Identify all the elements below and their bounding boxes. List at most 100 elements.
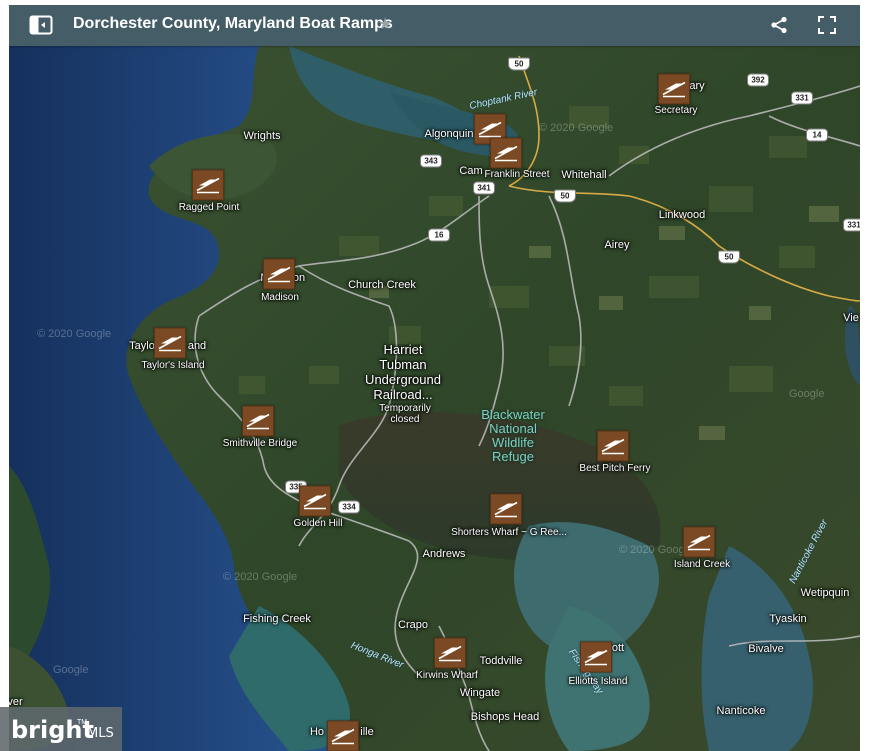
- route-shield: 50: [718, 250, 740, 264]
- refuge-label: Wildlife: [492, 435, 534, 450]
- boat-ramp-icon: [490, 493, 522, 525]
- boat-ramp-icon: [263, 258, 295, 290]
- route-shield: 392: [747, 73, 769, 87]
- landmark-status: closed: [390, 414, 420, 425]
- route-shield: 334: [338, 500, 360, 514]
- boat-ramp-icon: [658, 73, 690, 105]
- map-title: Dorchester County, Maryland Boat Ramps: [73, 15, 393, 32]
- bright-logo-trademark: TM: [77, 719, 88, 726]
- google-watermark: © 2020 Google: [223, 571, 298, 583]
- refuge-label: National: [489, 421, 537, 436]
- google-watermark: Google: [789, 388, 825, 400]
- marker-label: Franklin Street: [484, 169, 550, 180]
- google-watermark: Google: [53, 664, 89, 676]
- google-watermark: © 2020 Google: [37, 328, 112, 340]
- boat-ramp-icon: [683, 526, 715, 558]
- place-label: Whitehall: [561, 169, 607, 181]
- refuge-label: Blackwater: [481, 407, 545, 422]
- marker-label: Elliotts Island: [568, 676, 628, 687]
- place-label: Nanticoke: [716, 705, 766, 717]
- place-label: Tyaskin: [769, 613, 807, 625]
- place-label: ott: [611, 642, 625, 654]
- place-label: ary: [689, 80, 705, 92]
- place-label: Algonquin: [424, 128, 474, 140]
- boat-ramp-marker-shorters-wharf[interactable]: [490, 493, 522, 525]
- place-label: Crapo: [398, 619, 428, 631]
- boat-ramp-marker-franklin-street[interactable]: [490, 137, 522, 169]
- marker-label: Ragged Point: [178, 202, 240, 213]
- place-label: Toddville: [479, 655, 523, 667]
- place-label: Ho: [309, 726, 325, 738]
- route-shield: 16: [428, 228, 450, 242]
- boat-ramp-marker-hoopersville[interactable]: [327, 720, 359, 751]
- place-label: Wingate: [459, 687, 501, 699]
- marker-label: Shorters Wharf ~ G Ree...: [451, 527, 567, 538]
- place-label: Wetipquin: [800, 587, 850, 599]
- boat-ramp-icon: [490, 137, 522, 169]
- boat-ramp-marker-taylors-island[interactable]: [154, 327, 186, 359]
- marker-label: Smithville Bridge: [222, 438, 298, 449]
- route-shield: 341: [473, 181, 495, 195]
- bright-mls-logo: bright TM MLS: [0, 707, 122, 751]
- map-window: Dorchester County, Maryland Boat Ramps ★: [9, 5, 860, 751]
- route-shield: 50: [508, 57, 530, 71]
- place-label: Bishops Head: [470, 711, 540, 723]
- place-label: Taylo: [129, 340, 155, 352]
- google-watermark: © 2020 Google: [539, 122, 614, 134]
- marker-label: Taylor's Island: [141, 360, 205, 371]
- boat-ramp-icon: [154, 327, 186, 359]
- boat-ramp-marker-madison[interactable]: [263, 258, 295, 290]
- favorite-star-icon[interactable]: ★: [378, 14, 392, 34]
- boat-ramp-icon: [192, 169, 224, 201]
- landmark-label: Harriet: [383, 342, 423, 357]
- page-frame: Dorchester County, Maryland Boat Ramps ★: [0, 0, 869, 751]
- route-shield: 50: [554, 189, 576, 203]
- route-shield: 343: [420, 154, 442, 168]
- place-label: Bivalve: [748, 643, 784, 655]
- boat-ramp-marker-smithville-bridge[interactable]: [242, 405, 274, 437]
- marker-label: Island Creek: [673, 559, 731, 570]
- place-label: Church Creek: [348, 279, 416, 291]
- marker-label: Kirwins Wharf: [416, 670, 478, 681]
- boat-ramp-marker-island-creek[interactable]: [683, 526, 715, 558]
- place-label: Fishing Creek: [243, 613, 311, 625]
- place-label: Cam: [459, 165, 483, 177]
- boat-ramp-marker-best-pitch-ferry[interactable]: [597, 430, 629, 462]
- boat-ramp-icon: [597, 430, 629, 462]
- boat-ramp-icon: [242, 405, 274, 437]
- map-canvas[interactable]: Choptank River Honga River Fishing Bay N…: [9, 46, 860, 751]
- boat-ramp-icon: [327, 720, 359, 751]
- place-label: and: [187, 340, 207, 352]
- marker-label: Golden Hill: [293, 518, 343, 529]
- landmark-label: Tubman: [379, 357, 427, 372]
- marker-label: Madison: [261, 292, 299, 303]
- landmark-status: Temporarily: [379, 403, 431, 414]
- panel-toggle-icon[interactable]: [27, 11, 55, 39]
- place-label: Linkwood: [658, 209, 706, 221]
- boat-ramp-marker-kirwins-wharf[interactable]: [434, 637, 466, 669]
- marker-label: Best Pitch Ferry: [579, 463, 651, 474]
- route-shield: 331: [791, 91, 813, 105]
- place-label: Vie: [843, 312, 859, 324]
- route-shield: 331: [843, 218, 860, 232]
- place-label: ille: [360, 726, 374, 738]
- boat-ramp-icon: [434, 637, 466, 669]
- route-shield: 14: [806, 128, 828, 142]
- place-label: Andrews: [422, 548, 466, 560]
- boat-ramp-marker-ragged-point[interactable]: [192, 169, 224, 201]
- boat-ramp-marker-secretary[interactable]: [658, 73, 690, 105]
- landmark-label: Underground: [365, 372, 441, 387]
- fullscreen-icon[interactable]: [813, 11, 841, 39]
- boat-ramp-icon: [299, 485, 331, 517]
- boat-ramp-marker-golden-hill[interactable]: [299, 485, 331, 517]
- place-label: Wrights: [243, 130, 281, 142]
- marker-label: Secretary: [654, 105, 698, 116]
- share-icon[interactable]: [765, 11, 793, 39]
- boat-ramp-icon: [580, 641, 612, 673]
- map-header: Dorchester County, Maryland Boat Ramps ★: [9, 5, 860, 46]
- bright-logo-mls: MLS: [87, 726, 114, 741]
- boat-ramp-marker-elliotts-island[interactable]: [580, 641, 612, 673]
- refuge-label: Refuge: [492, 449, 534, 464]
- landmark-label: Railroad...: [373, 387, 433, 402]
- place-label: Airey: [604, 239, 630, 251]
